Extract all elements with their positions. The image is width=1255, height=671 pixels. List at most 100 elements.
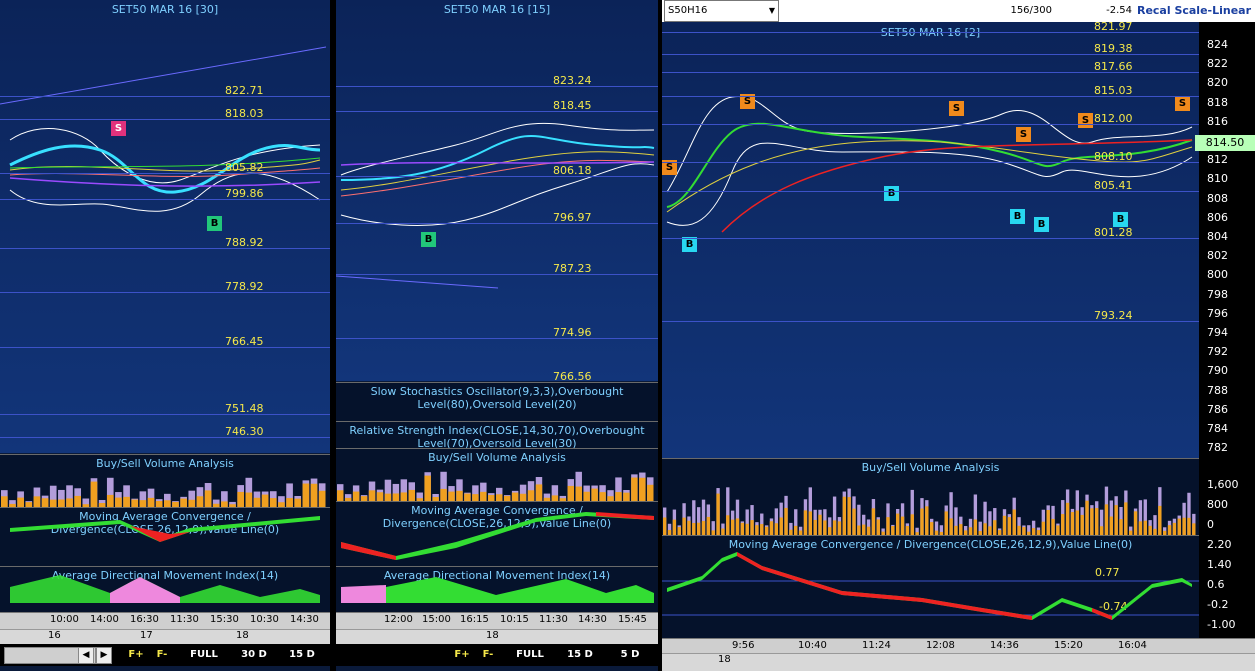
volume-bar-buy bbox=[1051, 518, 1055, 535]
buy-signal[interactable]: B bbox=[207, 216, 222, 231]
volume-bar-buy bbox=[794, 525, 798, 535]
sell-signal[interactable]: S bbox=[1078, 113, 1093, 128]
15d-button[interactable]: 15 D bbox=[558, 647, 602, 663]
volume-bar-buy bbox=[1095, 508, 1099, 535]
full-button[interactable]: FULL bbox=[182, 647, 226, 663]
adx-subchart[interactable]: Average Directional Movement Index(14) bbox=[0, 566, 330, 613]
scale-tick: 782 bbox=[1207, 441, 1228, 455]
buy-signal[interactable]: B bbox=[884, 186, 899, 201]
time-tick: 10:30 bbox=[250, 614, 279, 625]
symbol-select[interactable]: S50H16 ▼ bbox=[664, 0, 779, 22]
volume-bar-buy bbox=[253, 497, 261, 507]
time-tick: 15:00 bbox=[422, 614, 451, 625]
price-level-label: 805.82 bbox=[225, 161, 264, 174]
volume-bar-buy bbox=[779, 517, 783, 535]
volume-bar-buy bbox=[90, 481, 98, 507]
f-minus-button[interactable]: F- bbox=[150, 647, 174, 663]
volume-bar-buy bbox=[131, 499, 139, 507]
price-chart-area[interactable]: SET50 MAR 16 [2] S S S S S S B B B B B 8… bbox=[662, 20, 1199, 458]
volume-bar-buy bbox=[527, 490, 535, 501]
macd-subchart[interactable]: Moving Average Convergence / Divergence(… bbox=[0, 507, 330, 566]
volume-bar-buy bbox=[944, 511, 948, 535]
volume-bar-buy bbox=[302, 483, 310, 507]
sell-signal[interactable]: S bbox=[1016, 127, 1031, 142]
sell-signal[interactable]: S bbox=[111, 121, 126, 136]
scale-tick: 794 bbox=[1207, 326, 1228, 339]
volume-bar-buy bbox=[164, 500, 171, 507]
volume-subchart[interactable]: Buy/Sell Volume Analysis bbox=[662, 458, 1199, 535]
price-level-label: 806.18 bbox=[553, 164, 592, 177]
buy-signal[interactable]: B bbox=[1034, 217, 1049, 232]
time-tick: 15:45 bbox=[618, 614, 647, 625]
buy-signal[interactable]: B bbox=[1010, 209, 1025, 224]
stochastic-subchart[interactable]: Slow Stochastics Oscillator(9,3,3),Overb… bbox=[336, 382, 658, 421]
volume-bar-buy bbox=[1085, 500, 1089, 535]
volume-subchart[interactable]: Buy/Sell Volume Analysis bbox=[336, 448, 658, 501]
recal-scale-button[interactable]: Recal Scale-Linear bbox=[1136, 0, 1252, 22]
scale-tick: 818 bbox=[1207, 95, 1228, 109]
price-level-label: 799.86 bbox=[225, 187, 264, 200]
volume-bar-buy bbox=[1046, 510, 1050, 535]
chart-panel-15min[interactable]: SET50 MAR 16 [15] B 823.24 818.45 806.18 79… bbox=[336, 0, 658, 671]
volume-bar-buy bbox=[696, 522, 701, 535]
volume-subchart[interactable]: Buy/Sell Volume Analysis bbox=[0, 454, 330, 507]
price-level-line bbox=[0, 347, 330, 348]
chevron-down-icon[interactable]: ▼ bbox=[769, 1, 775, 21]
volume-bar-buy bbox=[1143, 520, 1147, 535]
f-plus-button[interactable]: F+ bbox=[450, 647, 474, 663]
scroll-right-arrow[interactable]: ▶ bbox=[96, 647, 112, 664]
scroll-left-arrow[interactable]: ◀ bbox=[78, 647, 94, 664]
15d-button[interactable]: 15 D bbox=[280, 647, 324, 663]
scale-tick: 820 bbox=[1207, 76, 1228, 90]
price-level-label: 821.97 bbox=[1094, 20, 1133, 33]
price-chart-area[interactable]: SET50 MAR 16 [15] B 823.24 818.45 806.18 79… bbox=[336, 0, 658, 383]
buy-signal[interactable]: B bbox=[421, 232, 436, 247]
volume-bar-buy bbox=[440, 488, 447, 501]
macd-subchart[interactable]: Moving Average Convergence / Divergence(… bbox=[662, 535, 1199, 638]
volume-bar-buy bbox=[1138, 521, 1143, 535]
volume-bar-buy bbox=[384, 493, 392, 501]
volume-bar-buy bbox=[1, 496, 8, 507]
full-button[interactable]: FULL bbox=[508, 647, 552, 663]
time-tick: 16:15 bbox=[460, 614, 489, 625]
scale-tick: 824 bbox=[1207, 38, 1228, 51]
rsi-subchart[interactable]: Relative Strength Index(CLOSE,14,30,70),… bbox=[336, 421, 658, 450]
volume-bar-buy bbox=[1124, 502, 1128, 535]
volume-bar-buy bbox=[196, 496, 204, 507]
volume-bar-buy bbox=[139, 500, 147, 507]
buy-signal[interactable]: B bbox=[1113, 212, 1128, 227]
volume-bar-buy bbox=[682, 517, 686, 535]
price-level-label: 788.92 bbox=[225, 236, 264, 249]
chart-panel-30min[interactable]: SET50 MAR 16 [30] S B 822.71 818.03 805.82… bbox=[0, 0, 330, 671]
volume-bar-buy bbox=[1080, 514, 1084, 535]
f-minus-button[interactable]: F- bbox=[476, 647, 500, 663]
macd-subchart[interactable]: Moving Average Convergence / Divergence(… bbox=[336, 501, 658, 566]
volume-bar-buy bbox=[1114, 505, 1118, 535]
sell-signal[interactable]: S bbox=[949, 101, 964, 116]
price-level-line bbox=[336, 223, 658, 224]
volume-bars bbox=[337, 471, 654, 501]
5d-button[interactable]: 5 D bbox=[608, 647, 652, 663]
chart-panel-2min[interactable]: S50H16 ▼ 156/300 -2.54 Recal Scale-Linea… bbox=[662, 0, 1255, 671]
price-level-label: 812.00 bbox=[1094, 112, 1133, 125]
volume-bar-buy bbox=[973, 519, 978, 535]
volume-bar-buy bbox=[808, 511, 812, 535]
volume-bar-buy bbox=[1007, 517, 1012, 535]
scale-tick: 806 bbox=[1207, 210, 1228, 224]
macd-plot bbox=[10, 516, 320, 542]
price-level-label: 817.66 bbox=[1094, 60, 1133, 73]
30d-button[interactable]: 30 D bbox=[232, 647, 276, 663]
volume-bar-buy bbox=[930, 522, 934, 535]
volume-bar-buy bbox=[631, 477, 638, 501]
volume-bar-buy bbox=[784, 507, 788, 535]
buy-signal[interactable]: B bbox=[682, 237, 697, 252]
price-chart-area[interactable]: SET50 MAR 16 [30] S B 822.71 818.03 805.82… bbox=[0, 0, 330, 453]
time-tick: 14:00 bbox=[90, 614, 119, 625]
price-level-label: 778.92 bbox=[225, 280, 264, 293]
sell-signal[interactable]: S bbox=[1175, 96, 1190, 111]
f-plus-button[interactable]: F+ bbox=[124, 647, 148, 663]
adx-subchart[interactable]: Average Directional Movement Index(14) bbox=[336, 566, 658, 613]
volume-bar-buy bbox=[1065, 502, 1070, 535]
volume-bar-buy bbox=[1017, 525, 1021, 535]
scale-tick: 810 bbox=[1207, 172, 1228, 186]
